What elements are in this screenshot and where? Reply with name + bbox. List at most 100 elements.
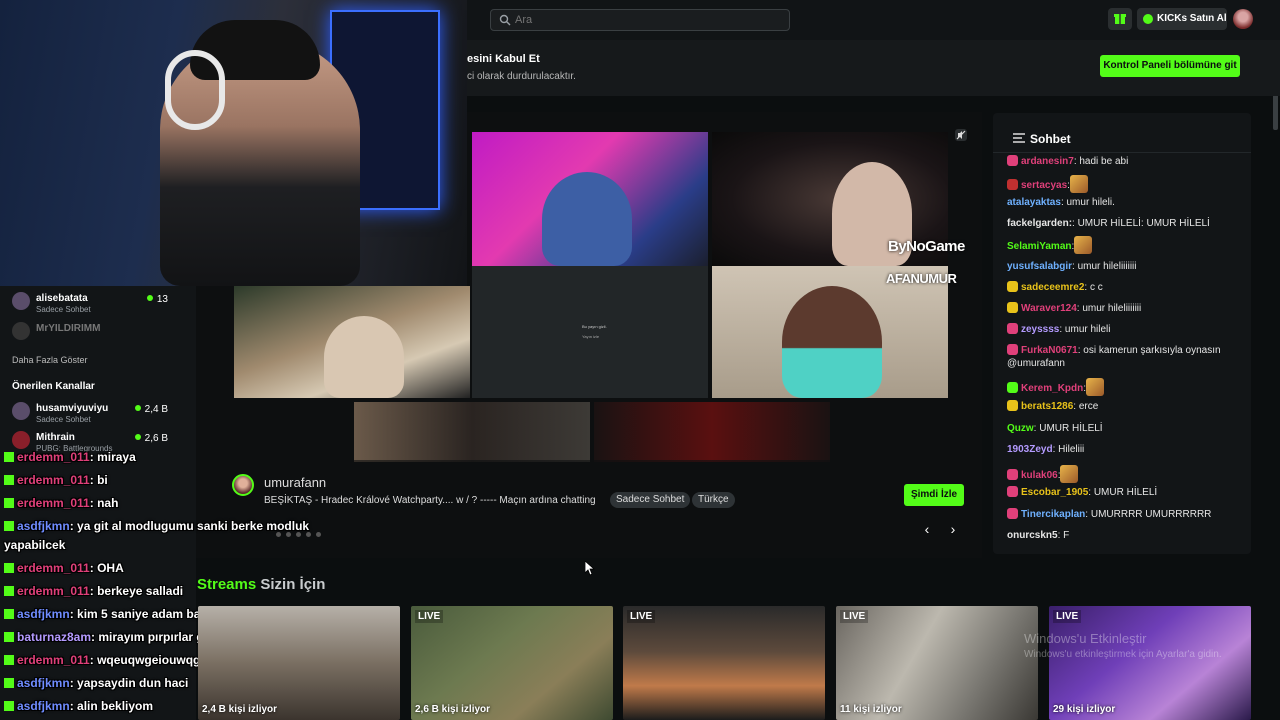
video-tile: Bu yayın gizli. Yayın izle bbox=[472, 266, 708, 398]
chat-username[interactable]: Escobar_1905 bbox=[1021, 487, 1088, 498]
live-badge: LIVE bbox=[1053, 610, 1082, 623]
buy-kicks-button[interactable]: KICKs Satın Al bbox=[1137, 8, 1227, 30]
stream-card[interactable]: LIVE 11 kişi izliyor bbox=[836, 606, 1038, 720]
stream-card[interactable]: LIVE bbox=[623, 606, 825, 720]
emote-icon bbox=[1069, 175, 1088, 193]
subscriber-badge-icon bbox=[1007, 281, 1018, 292]
overlay-username: asdfjkmn bbox=[17, 699, 70, 713]
overlay-text: : alin bekliyom bbox=[69, 699, 154, 713]
chat-text: : c c bbox=[1084, 282, 1103, 293]
banner-subtitle: ci olarak durdurulacaktır. bbox=[467, 71, 576, 82]
sidebar-channel[interactable]: husamviyuviyu Sadece Sohbet 2,4 B bbox=[12, 398, 192, 424]
overlay-username: asdfjkmn bbox=[17, 607, 70, 621]
overlay-chat-line: erdemm_011: nah bbox=[4, 496, 118, 510]
kick-badge-icon bbox=[4, 521, 14, 531]
heading-rest: Sizin İçin bbox=[256, 576, 326, 593]
chat-username[interactable]: kulak06 bbox=[1021, 470, 1058, 481]
overlay-username: erdemm_011 bbox=[17, 653, 90, 667]
chat-username[interactable]: ardanesin7 bbox=[1021, 156, 1074, 167]
mute-icon[interactable] bbox=[954, 128, 968, 142]
chat-username[interactable]: 1903Zeyd bbox=[1007, 444, 1053, 455]
chat-username[interactable]: berats1286 bbox=[1021, 401, 1073, 412]
chat-username[interactable]: Tinercikaplan bbox=[1021, 509, 1085, 520]
watch-now-button[interactable]: Şimdi İzle bbox=[904, 484, 964, 506]
overlay-chat-line: asdfjkmn: alin bekliyom bbox=[4, 699, 153, 713]
headset-icon bbox=[165, 50, 225, 130]
subscriber-badge-icon bbox=[1007, 179, 1018, 190]
overlay-text: : ya git al modlugumu sanki berke modluk bbox=[69, 519, 310, 533]
avatar bbox=[12, 292, 30, 310]
sidebar-channel[interactable]: MrYILDIRIMM bbox=[12, 318, 192, 344]
emote-icon bbox=[1074, 236, 1093, 254]
chat-message: ardanesin7: hadi be abi bbox=[1007, 155, 1243, 168]
go-to-dashboard-button[interactable]: Kontrol Paneli bölümüne git bbox=[1100, 55, 1240, 77]
category-tag[interactable]: Sadece Sohbet bbox=[610, 492, 691, 508]
chat-username[interactable]: fackelgarden: bbox=[1007, 218, 1072, 229]
video-tile bbox=[594, 402, 830, 462]
recommended-heading: Önerilen Kanallar bbox=[12, 381, 95, 392]
overlay-username: erdemm_011 bbox=[17, 496, 90, 510]
chat-message: FurkaN0671: osi kamerun şarkısıyla oynas… bbox=[1007, 344, 1243, 370]
chat-username[interactable]: sadeceemre2 bbox=[1021, 282, 1084, 293]
live-badge: LIVE bbox=[840, 610, 869, 623]
channel-category: Sadece Sohbet bbox=[36, 415, 91, 424]
kick-badge-icon bbox=[4, 609, 14, 619]
chat-message: SelamiYaman: bbox=[1007, 236, 1243, 254]
language-tag[interactable]: Türkçe bbox=[692, 492, 735, 508]
overlay-text: : yapsaydin dun haci bbox=[69, 676, 189, 690]
kick-badge-icon bbox=[4, 701, 14, 711]
windows-activation-text: Windows'u etkinleştirmek için Ayarlar'a … bbox=[1024, 649, 1222, 660]
chat-username[interactable]: atalayaktas bbox=[1007, 197, 1061, 208]
viewer-count: 2,4 B kişi izliyor bbox=[202, 704, 278, 715]
chat-username[interactable]: Quzw bbox=[1007, 423, 1034, 434]
chat-username[interactable]: Kerem_Kpdn bbox=[1021, 383, 1083, 394]
chat-message: onurcskn5: F bbox=[1007, 529, 1243, 542]
chat-text: : Hileliii bbox=[1052, 444, 1085, 455]
store-button[interactable] bbox=[1108, 8, 1132, 30]
chat-title: Sohbet bbox=[1030, 132, 1071, 146]
streamer-figure bbox=[542, 172, 632, 266]
chat-username[interactable]: yusufsalabgir bbox=[1007, 261, 1072, 272]
chevron-left-icon[interactable]: ‹ bbox=[920, 522, 934, 536]
channel-name: MrYILDIRIMM bbox=[36, 323, 101, 334]
chat-username[interactable]: FurkaN0671 bbox=[1021, 345, 1078, 356]
overlay-text: yapabilcek bbox=[4, 538, 66, 552]
chat-panel: Sohbet ardanesin7: hadi be abi sertacyas:… bbox=[993, 113, 1251, 554]
viewer-count: 11 kişi izliyor bbox=[840, 704, 902, 715]
chat-username[interactable]: SelamiYaman bbox=[1007, 241, 1071, 252]
chat-username[interactable]: zeyssss bbox=[1021, 324, 1059, 335]
chat-username[interactable]: sertacyas bbox=[1021, 180, 1067, 191]
mouse-cursor-icon bbox=[585, 561, 595, 576]
chat-collapse-icon[interactable] bbox=[1013, 133, 1025, 143]
chat-username[interactable]: onurcskn5 bbox=[1007, 530, 1058, 541]
streamer-figure bbox=[324, 316, 404, 398]
overlay-username: asdfjkmn bbox=[17, 519, 70, 533]
overlay-text: : nah bbox=[89, 496, 119, 510]
stream-card[interactable]: 2,4 B kişi izliyor bbox=[198, 606, 400, 720]
search-box[interactable] bbox=[490, 9, 790, 31]
sidebar-channel[interactable]: alisebatata Sadece Sohbet 13 bbox=[12, 288, 192, 314]
notice-banner: esini Kabul Et ci olarak durdurulacaktır… bbox=[467, 40, 1280, 96]
chat-text: : UMURRRR UMURRRRRR bbox=[1085, 509, 1212, 520]
video-tile bbox=[234, 286, 470, 398]
overlay-username: erdemm_011 bbox=[17, 561, 90, 575]
chevron-right-icon[interactable]: › bbox=[946, 522, 960, 536]
overlay-chat-line: erdemm_011: miraya bbox=[4, 450, 136, 464]
user-avatar[interactable] bbox=[1233, 9, 1253, 29]
chat-text: : umur hileliiiiiii bbox=[1072, 261, 1137, 272]
emote-icon bbox=[1060, 465, 1079, 483]
live-badge: LIVE bbox=[415, 610, 444, 623]
chat-message: Tinercikaplan: UMURRRR UMURRRRRR bbox=[1007, 508, 1243, 521]
chat-message: sadeceemre2: c c bbox=[1007, 281, 1243, 294]
banner-title: esini Kabul Et bbox=[467, 53, 540, 65]
show-more-link[interactable]: Daha Fazla Göster bbox=[12, 355, 88, 365]
chat-username[interactable]: Waraver124 bbox=[1021, 303, 1077, 314]
kick-badge-icon bbox=[4, 452, 14, 462]
avatar bbox=[12, 402, 30, 420]
kick-badge-icon bbox=[4, 632, 14, 642]
stream-card[interactable]: LIVE 2,6 B kişi izliyor bbox=[411, 606, 613, 720]
kicks-coin-icon bbox=[1143, 14, 1153, 24]
stream-card[interactable]: LIVE 29 kişi izliyor bbox=[1049, 606, 1251, 720]
streamer-webcam-overlay bbox=[0, 0, 467, 286]
search-input[interactable] bbox=[515, 12, 775, 28]
